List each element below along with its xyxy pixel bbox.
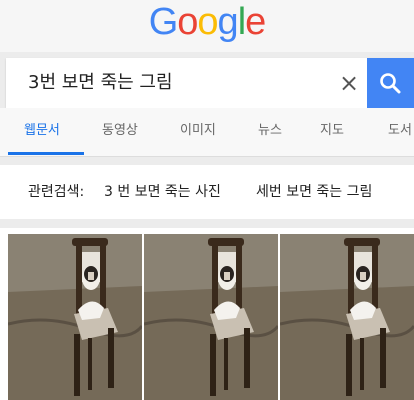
- image-result[interactable]: [8, 234, 142, 400]
- search-input[interactable]: 3번 보면 죽는 그림: [28, 58, 173, 108]
- clear-icon[interactable]: ×: [332, 66, 366, 100]
- logo-letter: l: [237, 1, 247, 43]
- search-box[interactable]: 3번 보면 죽는 그림 ×: [6, 58, 414, 108]
- ghost-chair-painting: [280, 234, 414, 400]
- related-link[interactable]: 3 번 보면 죽는 사진: [104, 165, 221, 219]
- logo-letter: g: [217, 1, 239, 43]
- related-link[interactable]: 세번 보면 죽는 그림: [256, 165, 372, 219]
- image-result[interactable]: [280, 234, 414, 400]
- tab-web[interactable]: 웹문서: [24, 108, 60, 154]
- related-searches: 관련검색: 3 번 보면 죽는 사진 세번 보면 죽는 그림: [0, 165, 414, 219]
- logo-letter: o: [197, 1, 218, 43]
- logo-letter: o: [177, 1, 198, 43]
- active-tab-indicator: [8, 152, 84, 155]
- tab-news[interactable]: 뉴스: [258, 108, 282, 154]
- search-tabs: 웹문서 동영상 이미지 뉴스 지도 도서: [0, 108, 414, 157]
- search-button[interactable]: [367, 58, 414, 108]
- related-label: 관련검색:: [28, 184, 85, 200]
- ghost-chair-painting: [144, 234, 278, 400]
- ghost-chair-painting: [8, 234, 142, 400]
- logo-letter: G: [148, 1, 179, 43]
- tab-video[interactable]: 동영상: [102, 108, 138, 154]
- tab-books[interactable]: 도서: [388, 108, 412, 154]
- google-header: Google: [0, 0, 414, 52]
- tab-images[interactable]: 이미지: [180, 108, 216, 154]
- search-icon: [380, 73, 401, 94]
- google-logo[interactable]: Google: [0, 0, 414, 44]
- tab-maps[interactable]: 지도: [320, 108, 344, 154]
- image-results: [0, 228, 414, 400]
- logo-letter: e: [245, 1, 266, 43]
- image-result[interactable]: [144, 234, 278, 400]
